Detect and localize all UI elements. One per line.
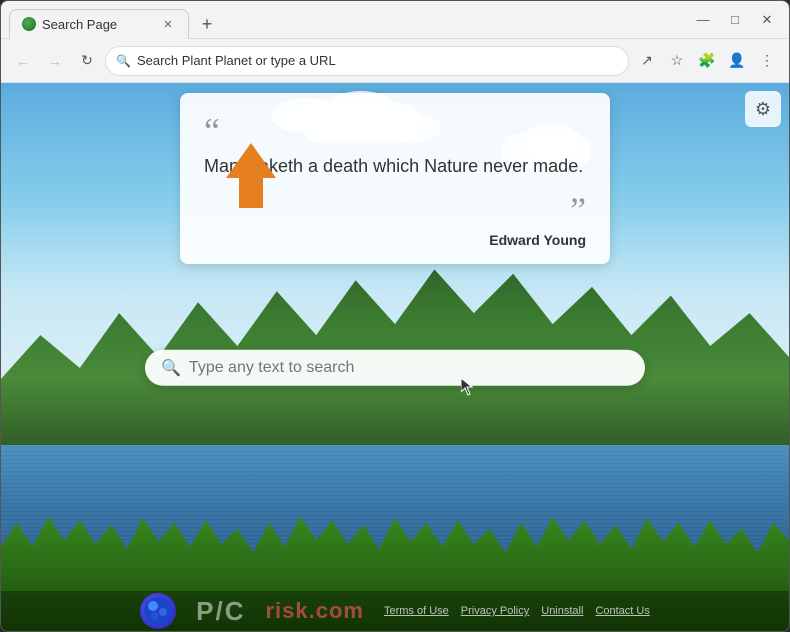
quote-author: Edward Young <box>204 232 586 248</box>
watermark-bar: P/C risk.com Terms of Use Privacy Policy… <box>1 591 789 631</box>
page-content: P/C risk.com Terms of Use Privacy Policy… <box>1 83 789 631</box>
close-button[interactable]: ✕ <box>753 6 781 34</box>
tab-favicon <box>22 17 36 31</box>
tabs-bar: Search Page ✕ + <box>9 1 221 39</box>
title-bar-left: Search Page ✕ + <box>9 1 221 39</box>
search-input[interactable] <box>189 359 629 377</box>
uninstall-link[interactable]: Uninstall <box>541 605 583 617</box>
arrow-indicator <box>211 138 291 218</box>
toolbar-icons: ↗ ☆ 🧩 👤 ⋮ <box>633 47 781 75</box>
active-tab[interactable]: Search Page ✕ <box>9 9 189 39</box>
watermark-risk-text: risk.com <box>265 598 364 624</box>
bookmark-icon[interactable]: ☆ <box>663 47 691 75</box>
contact-link[interactable]: Contact Us <box>595 605 649 617</box>
settings-gear-button[interactable]: ⚙ <box>745 91 781 127</box>
menu-icon[interactable]: ⋮ <box>753 47 781 75</box>
terms-link[interactable]: Terms of Use <box>384 605 449 617</box>
tab-title: Search Page <box>42 17 154 32</box>
browser-window: Search Page ✕ + — □ ✕ ← → ↻ <box>0 0 790 632</box>
back-button[interactable]: ← <box>9 47 37 75</box>
maximize-button[interactable]: □ <box>721 6 749 34</box>
watermark-brand-text: P/C <box>196 596 245 627</box>
address-bar-url: Search Plant Planet or type a URL <box>137 53 618 68</box>
share-icon[interactable]: ↗ <box>633 47 661 75</box>
address-bar[interactable]: 🔍 Search Plant Planet or type a URL <box>105 46 629 76</box>
forward-button[interactable]: → <box>41 47 69 75</box>
address-bar-search-icon: 🔍 <box>116 54 131 68</box>
search-box-container: 🔍 <box>145 350 645 386</box>
profile-icon[interactable]: 👤 <box>723 47 751 75</box>
window-controls: — □ ✕ <box>689 6 781 34</box>
privacy-link[interactable]: Privacy Policy <box>461 605 529 617</box>
gear-icon: ⚙ <box>755 99 771 120</box>
brand-logo <box>140 593 176 629</box>
tab-close-button[interactable]: ✕ <box>160 16 176 32</box>
search-icon: 🔍 <box>161 358 181 378</box>
address-bar-row: ← → ↻ 🔍 Search Plant Planet or type a UR… <box>1 39 789 83</box>
minimize-button[interactable]: — <box>689 6 717 34</box>
watermark-links: Terms of Use Privacy Policy Uninstall Co… <box>384 605 650 617</box>
reload-button[interactable]: ↻ <box>73 47 101 75</box>
search-box: 🔍 <box>145 350 645 386</box>
extensions-icon[interactable]: 🧩 <box>693 47 721 75</box>
new-tab-button[interactable]: + <box>193 11 221 39</box>
title-bar: Search Page ✕ + — □ ✕ <box>1 1 789 39</box>
